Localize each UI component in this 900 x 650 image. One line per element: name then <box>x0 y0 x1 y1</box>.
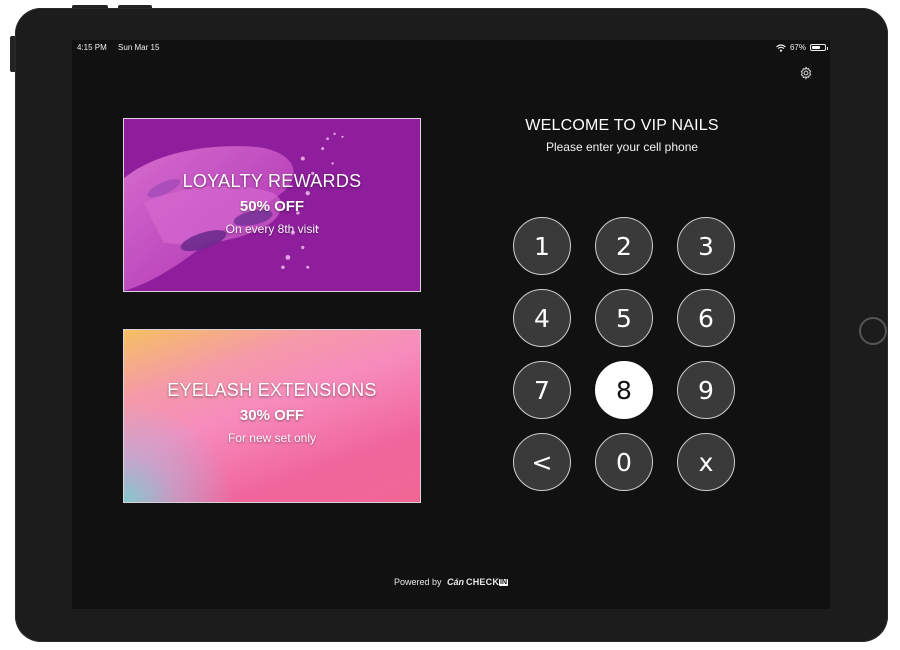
status-bar: 4:15 PM Sun Mar 15 67% <box>72 40 830 56</box>
keypad-key-1[interactable]: 1 <box>513 217 571 275</box>
promo-title: EYELASH EXTENSIONS <box>167 380 377 400</box>
keypad-key-clear[interactable]: x <box>677 433 735 491</box>
promo-card-loyalty[interactable]: LOYALTY REWARDS 50% OFF On every 8th vis… <box>123 118 421 292</box>
welcome-subtitle: Please enter your cell phone <box>545 140 699 154</box>
keypad-key-8[interactable]: 8 <box>595 361 653 419</box>
brand-can: Cán <box>447 577 465 587</box>
promo-discount: 50% OFF <box>239 198 305 215</box>
keypad-key-7[interactable]: 7 <box>513 361 571 419</box>
promo-note: On every 8th visit <box>225 222 319 236</box>
status-time: 4:15 PM <box>77 43 107 52</box>
keypad-key-5[interactable]: 5 <box>595 289 653 347</box>
brand-check: CHECK <box>466 577 500 587</box>
keypad-key-4[interactable]: 4 <box>513 289 571 347</box>
home-button[interactable] <box>859 317 887 345</box>
promo-text: EYELASH EXTENSIONS 30% OFF For new set o… <box>124 380 420 445</box>
footer: Powered by Cán CHECKIN <box>72 577 830 587</box>
promo-title: LOYALTY REWARDS <box>182 171 362 191</box>
gear-icon[interactable] <box>799 66 813 80</box>
keypad: 1 2 3 4 5 6 7 8 9 <0 x <box>513 217 737 493</box>
promo-discount: 30% OFF <box>239 407 305 424</box>
promo-note: For new set only <box>227 431 317 445</box>
battery-fill <box>812 46 821 49</box>
status-left: 4:15 PM Sun Mar 15 <box>77 43 168 52</box>
wifi-icon <box>776 43 786 52</box>
status-date: Sun Mar 15 <box>118 43 160 52</box>
battery-percent: 67% <box>789 43 806 52</box>
battery-icon <box>810 44 828 51</box>
keypad-key-2[interactable]: 2 <box>595 217 653 275</box>
keypad-key-backspace[interactable]: < <box>513 433 571 491</box>
brand-in: IN <box>499 579 509 586</box>
powered-by-label: Powered by <box>393 577 442 587</box>
keypad-key-9[interactable]: 9 <box>677 361 735 419</box>
welcome-title: WELCOME TO VIP NAILS <box>525 117 719 134</box>
keypad-key-3[interactable]: 3 <box>677 217 735 275</box>
keypad-key-6[interactable]: 6 <box>677 289 735 347</box>
promo-card-eyelash[interactable]: EYELASH EXTENSIONS 30% OFF For new set o… <box>123 329 421 503</box>
keypad-key-0[interactable]: 0 <box>595 433 653 491</box>
app-screen: 4:15 PM Sun Mar 15 67% LOYALTY REWARDS 5… <box>72 40 830 609</box>
promo-text: LOYALTY REWARDS 50% OFF On every 8th vis… <box>124 171 420 236</box>
status-right: 67% <box>776 43 828 52</box>
